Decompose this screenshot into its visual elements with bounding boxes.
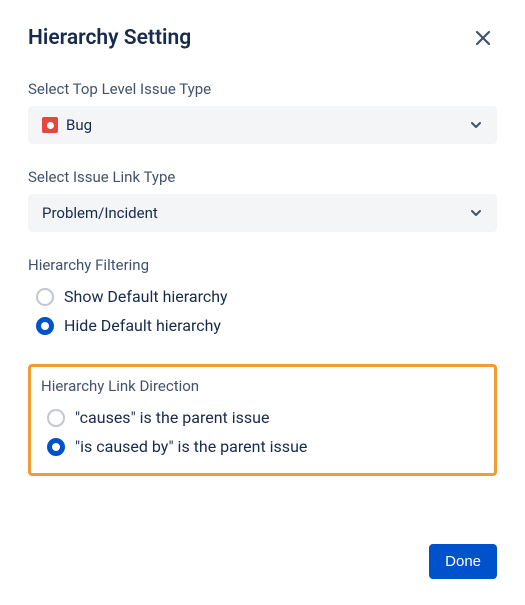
filtering-label: Hierarchy Filtering	[28, 256, 497, 274]
radio-label: Show Default hierarchy	[64, 287, 228, 306]
chevron-down-icon	[469, 206, 483, 220]
link-type-label: Select Issue Link Type	[28, 168, 497, 186]
radio-label: "is caused by" is the parent issue	[75, 437, 307, 456]
dialog-title: Hierarchy Setting	[28, 26, 191, 50]
top-level-label: Select Top Level Issue Type	[28, 80, 497, 98]
radio-unchecked-icon	[36, 288, 54, 306]
top-level-select[interactable]: Bug	[28, 106, 497, 144]
link-type-select[interactable]: Problem/Incident	[28, 194, 497, 232]
radio-unchecked-icon	[47, 409, 65, 427]
link-direction-option-causes[interactable]: "causes" is the parent issue	[47, 403, 484, 432]
radio-label: "causes" is the parent issue	[75, 408, 269, 427]
close-icon	[473, 28, 493, 48]
link-direction-option-caused-by[interactable]: "is caused by" is the parent issue	[47, 432, 484, 461]
filtering-option-hide[interactable]: Hide Default hierarchy	[36, 311, 497, 340]
done-button[interactable]: Done	[429, 544, 497, 579]
link-type-value: Problem/Incident	[42, 204, 158, 222]
radio-label: Hide Default hierarchy	[64, 316, 221, 335]
radio-checked-icon	[36, 317, 54, 335]
link-direction-highlight: Hierarchy Link Direction "causes" is the…	[28, 364, 497, 476]
radio-checked-icon	[47, 438, 65, 456]
top-level-value: Bug	[66, 116, 92, 134]
bug-icon	[42, 117, 58, 133]
filtering-option-show[interactable]: Show Default hierarchy	[36, 282, 497, 311]
chevron-down-icon	[469, 118, 483, 132]
link-direction-label: Hierarchy Link Direction	[41, 377, 484, 395]
close-button[interactable]	[469, 24, 497, 52]
